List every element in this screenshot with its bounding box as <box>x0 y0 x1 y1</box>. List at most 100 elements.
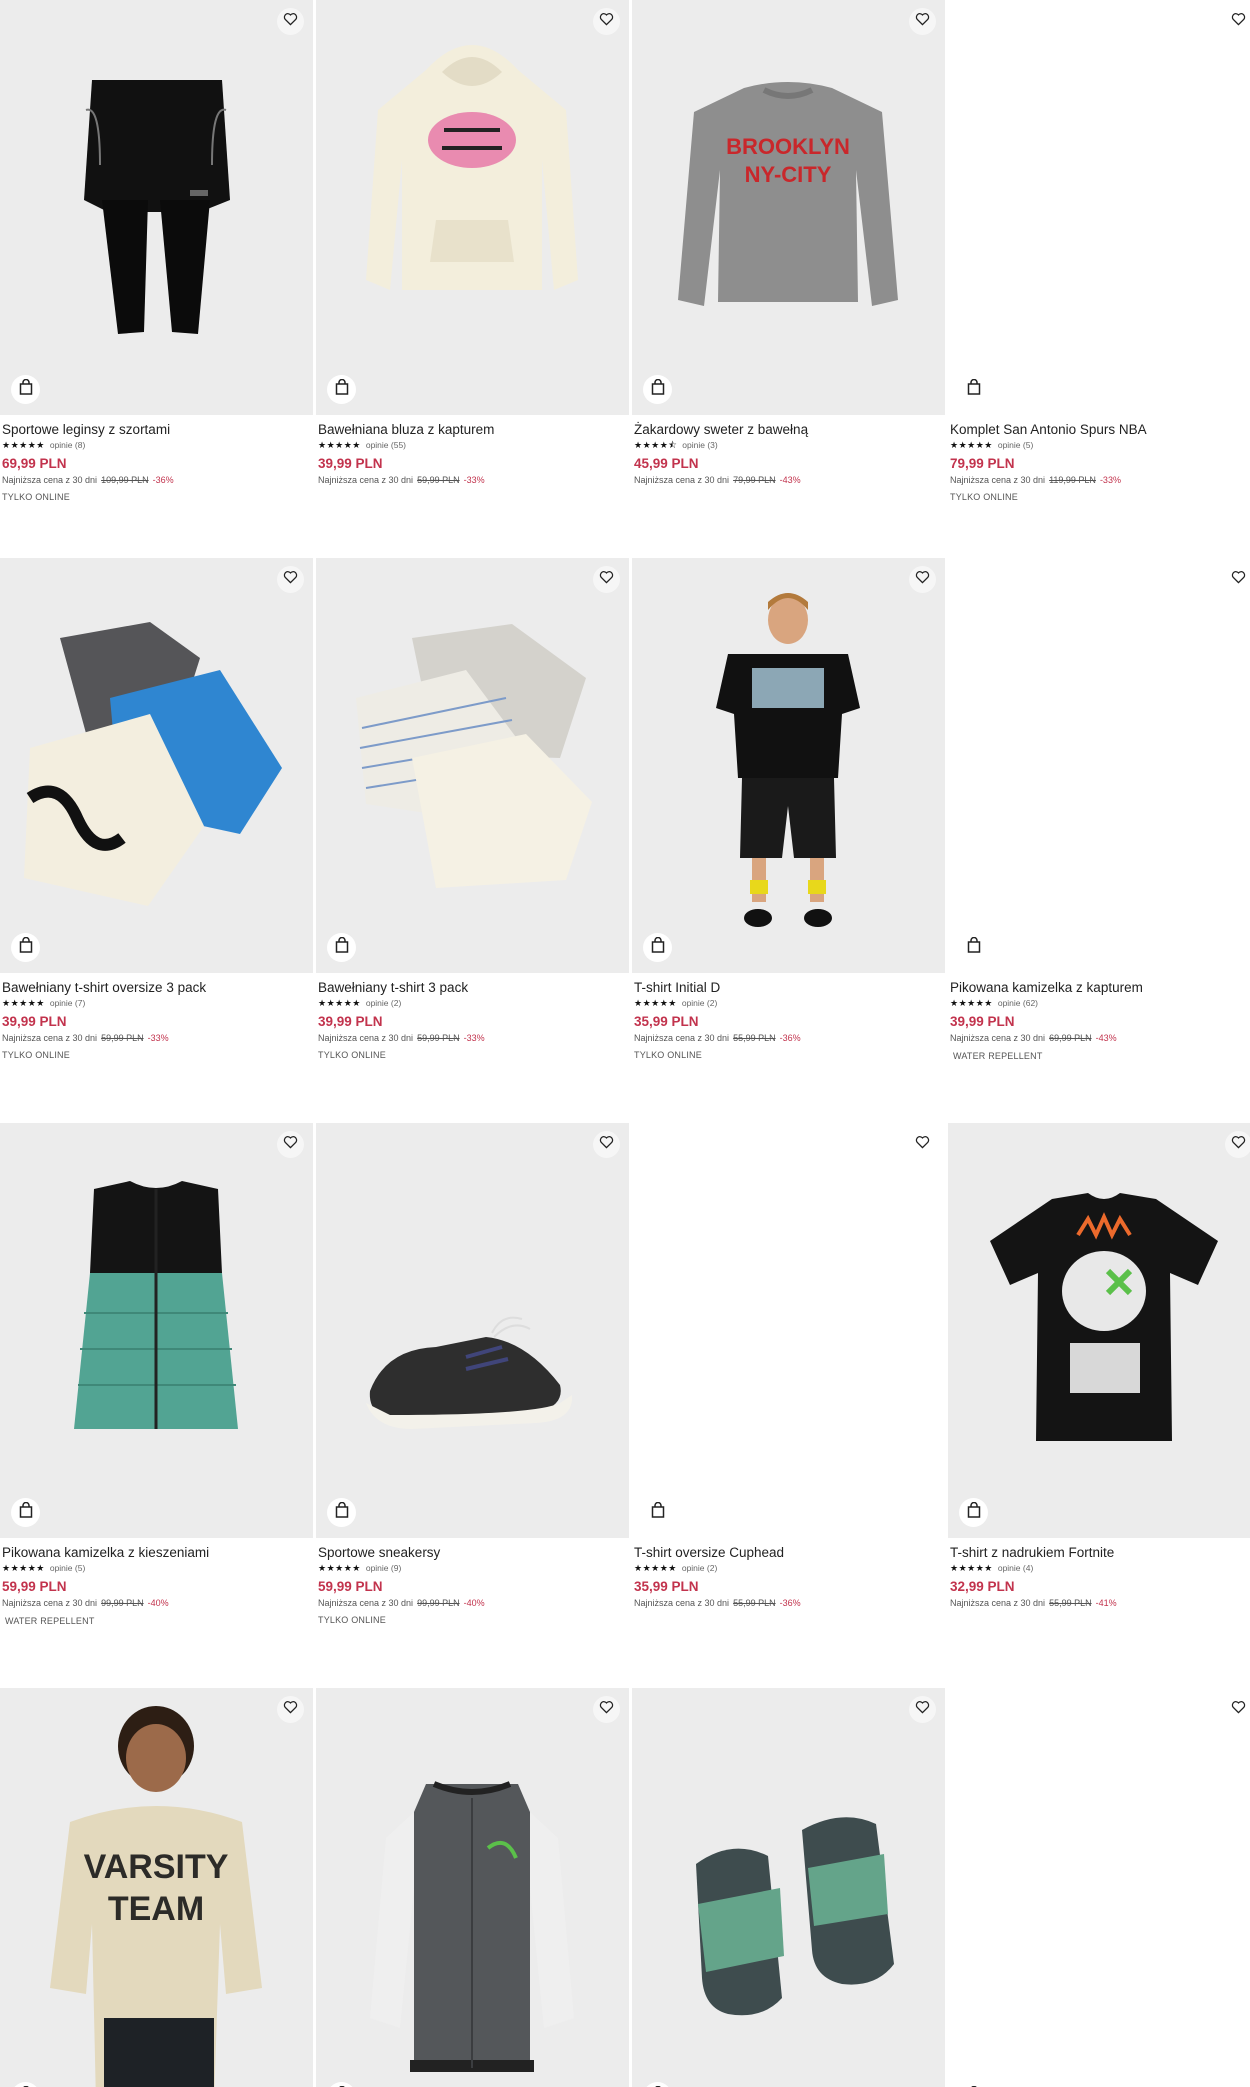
product-card[interactable] <box>316 1688 629 2087</box>
product-name[interactable]: Żakardowy sweter z bawełną <box>634 422 945 437</box>
rating: ★★★★★ opinie (2) <box>634 998 945 1008</box>
favorite-button[interactable] <box>593 8 620 35</box>
product-card[interactable]: Pikowana kamizelka z kieszeniami ★★★★★ op… <box>0 1123 313 1626</box>
product-image[interactable] <box>948 558 1250 973</box>
product-image[interactable] <box>0 558 313 973</box>
product-image[interactable]: VARSITY TEAM <box>0 1688 313 2087</box>
favorite-button[interactable] <box>1225 1696 1250 1723</box>
product-name[interactable]: T-shirt oversize Cuphead <box>634 1545 945 1560</box>
star-icon: ★★★★★ <box>318 998 361 1008</box>
add-to-cart-button[interactable] <box>643 375 672 404</box>
product-image[interactable] <box>0 0 313 415</box>
add-to-cart-button[interactable] <box>959 1498 988 1527</box>
add-to-cart-button[interactable] <box>959 375 988 404</box>
favorite-button[interactable] <box>1225 566 1250 593</box>
review-count: opinie (2) <box>681 1563 718 1573</box>
product-image[interactable] <box>316 1123 629 1538</box>
add-to-cart-button[interactable] <box>327 375 356 404</box>
add-to-cart-button[interactable] <box>11 1498 40 1527</box>
product-price: 79,99 PLN <box>950 456 1015 471</box>
heart-outline-icon <box>915 570 930 589</box>
star-icon: ★★★★★ <box>634 1563 677 1573</box>
product-card[interactable]: Bawełniany t-shirt 3 pack ★★★★★ opinie (2… <box>316 558 629 1060</box>
product-name[interactable]: Sportowe leginsy z szortami <box>2 422 313 437</box>
review-count: opinie (55) <box>365 440 407 450</box>
product-name[interactable]: T-shirt Initial D <box>634 980 945 995</box>
product-name[interactable]: Sportowe sneakersy <box>318 1545 629 1560</box>
shopping-bag-icon <box>335 378 349 400</box>
product-card[interactable]: Sportowe leginsy z szortami ★★★★★ opinie … <box>0 0 313 502</box>
product-card[interactable]: T-shirt oversize Cuphead ★★★★★ opinie (2)… <box>632 1123 945 1615</box>
product-image[interactable] <box>316 558 629 973</box>
add-to-cart-button[interactable] <box>959 933 988 962</box>
product-image[interactable] <box>316 0 629 415</box>
product-image[interactable] <box>948 1688 1250 2087</box>
lowest-price-info: Najniższa cena z 30 dni 99,99 PLN -40% <box>318 1598 629 1608</box>
product-card[interactable]: BROOKLYN NY-CITY Żakardowy sweter z bawe… <box>632 0 945 492</box>
favorite-button[interactable] <box>593 1131 620 1158</box>
favorite-button[interactable] <box>277 8 304 35</box>
add-to-cart-button[interactable] <box>11 933 40 962</box>
product-card[interactable]: VARSITY TEAM <box>0 1688 313 2087</box>
favorite-button[interactable] <box>909 8 936 35</box>
product-photo-boy-tshirt <box>716 593 860 927</box>
product-card[interactable] <box>948 1688 1250 2087</box>
product-image[interactable] <box>632 1688 945 2087</box>
add-to-cart-button[interactable] <box>327 933 356 962</box>
favorite-button[interactable] <box>909 1131 936 1158</box>
favorite-button[interactable] <box>1225 8 1250 35</box>
add-to-cart-button[interactable] <box>11 375 40 404</box>
add-to-cart-button[interactable] <box>643 1498 672 1527</box>
product-image[interactable] <box>948 0 1250 415</box>
product-image[interactable] <box>632 1123 945 1538</box>
product-name[interactable]: Komplet San Antonio Spurs NBA <box>950 422 1250 437</box>
product-card[interactable]: T-shirt Initial D ★★★★★ opinie (2) 35,99 … <box>632 558 945 1060</box>
favorite-button[interactable] <box>909 1696 936 1723</box>
product-card[interactable]: Bawełniany t-shirt oversize 3 pack ★★★★★… <box>0 558 313 1060</box>
favorite-button[interactable] <box>1225 1131 1250 1158</box>
sweater-print-line-2: NY-CITY <box>745 162 832 187</box>
product-photo-fortnite-tshirt <box>990 1193 1218 1441</box>
product-card[interactable]: Sportowe sneakersy ★★★★★ opinie (9) 59,99… <box>316 1123 629 1625</box>
shopping-bag-icon <box>651 936 665 958</box>
product-image[interactable] <box>632 558 945 973</box>
discount-badge: -33% <box>1099 475 1121 485</box>
product-name[interactable]: Bawełniana bluza z kapturem <box>318 422 629 437</box>
product-tag: TYLKO ONLINE <box>950 492 1018 502</box>
product-name[interactable]: Bawełniany t-shirt 3 pack <box>318 980 629 995</box>
rating: ★★★★⯪ opinie (3) <box>634 440 945 450</box>
lowest-price-info: Najniższa cena z 30 dni 119,99 PLN -33% <box>950 475 1250 485</box>
rating: ★★★★★ opinie (62) <box>950 998 1250 1008</box>
favorite-button[interactable] <box>277 1131 304 1158</box>
product-card[interactable]: Pikowana kamizelka z kapturem ★★★★★ opini… <box>948 558 1250 1061</box>
add-to-cart-button[interactable] <box>959 2082 988 2087</box>
product-price: 35,99 PLN <box>634 1014 699 1029</box>
lowest-price-label: Najniższa cena z 30 dni <box>634 1033 730 1043</box>
add-to-cart-button[interactable] <box>643 933 672 962</box>
lowest-price-label: Najniższa cena z 30 dni <box>634 475 730 485</box>
favorite-button[interactable] <box>277 566 304 593</box>
product-name[interactable]: T-shirt z nadrukiem Fortnite <box>950 1545 1250 1560</box>
favorite-button[interactable] <box>593 1696 620 1723</box>
product-price: 39,99 PLN <box>2 1014 67 1029</box>
heart-outline-icon <box>1231 570 1246 589</box>
old-price: 99,99 PLN <box>101 1598 144 1608</box>
product-image[interactable]: BROOKLYN NY-CITY <box>632 0 945 415</box>
product-name[interactable]: Bawełniany t-shirt oversize 3 pack <box>2 980 313 995</box>
favorite-button[interactable] <box>593 566 620 593</box>
product-image[interactable] <box>316 1688 629 2087</box>
favorite-button[interactable] <box>277 1696 304 1723</box>
product-card[interactable] <box>632 1688 945 2087</box>
favorite-button[interactable] <box>909 566 936 593</box>
product-card[interactable]: Bawełniana bluza z kapturem ★★★★★ opinie … <box>316 0 629 492</box>
product-card[interactable]: T-shirt z nadrukiem Fortnite ★★★★★ opinie… <box>948 1123 1250 1615</box>
add-to-cart-button[interactable] <box>327 1498 356 1527</box>
product-name[interactable]: Pikowana kamizelka z kieszeniami <box>2 1545 313 1560</box>
old-price: 55,99 PLN <box>1049 1598 1092 1608</box>
product-image[interactable] <box>948 1123 1250 1538</box>
product-image[interactable] <box>0 1123 313 1538</box>
heart-outline-icon <box>599 12 614 31</box>
product-name[interactable]: Pikowana kamizelka z kapturem <box>950 980 1250 995</box>
product-card[interactable]: Komplet San Antonio Spurs NBA ★★★★★ opini… <box>948 0 1250 502</box>
lowest-price-info: Najniższa cena z 30 dni 55,99 PLN -36% <box>634 1033 945 1043</box>
